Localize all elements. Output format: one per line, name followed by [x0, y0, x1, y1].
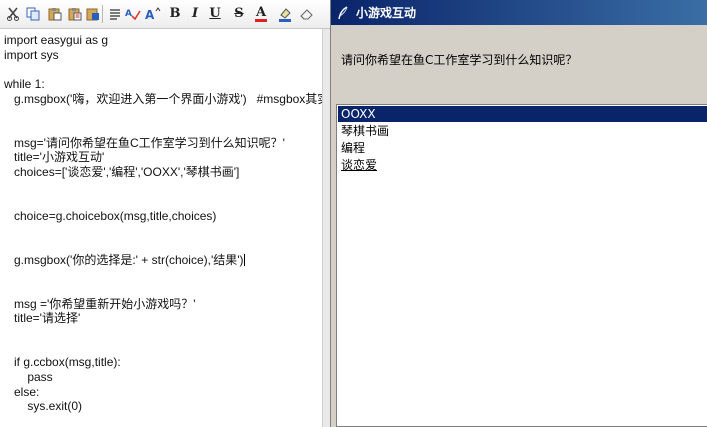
- code-line: title='小游戏互动': [4, 150, 105, 165]
- bold-icon[interactable]: B: [166, 5, 184, 23]
- code-line: msg ='你希望重新开始小游戏吗？': [4, 296, 196, 311]
- text-caret: [243, 253, 245, 266]
- code-line: if g.ccbox(msg,title):: [4, 355, 121, 370]
- editor-scrollbar[interactable]: [322, 29, 330, 427]
- code-line: g.msgbox('你的选择是:' + str(choice),'结果'): [4, 252, 245, 267]
- strikethrough-icon[interactable]: S: [230, 5, 248, 23]
- code-line: choice=g.choicebox(msg,title,choices): [4, 208, 217, 223]
- list-item-label: 琴棋书画: [341, 124, 390, 138]
- list-item[interactable]: OOXX: [338, 106, 707, 122]
- code-line: import easygui as g: [4, 33, 109, 47]
- cut-icon[interactable]: [4, 5, 22, 23]
- text-color-label: A: [255, 5, 267, 20]
- list-item-label: OOXX: [341, 107, 376, 121]
- code-line: choices=['谈恋爱','编程','OOXX','琴棋书画']: [4, 164, 240, 179]
- paste-word-icon[interactable]: [84, 5, 102, 23]
- spellcheck-icon[interactable]: A: [124, 5, 142, 23]
- code-line: g.msgbox('嗨，欢迎进入第一个界面小游戏') #msgbox其实: [4, 91, 330, 106]
- feather-icon: [336, 5, 350, 20]
- code-editor[interactable]: A A B I U S A import easygui as g import …: [0, 0, 330, 427]
- list-icon[interactable]: [106, 5, 124, 23]
- prompt-message: 请问你希望在鱼C工作室学习到什么知识呢？: [341, 53, 578, 67]
- list-item-label: 编程: [341, 141, 366, 155]
- code-line: pass: [4, 370, 53, 385]
- italic-icon[interactable]: I: [186, 5, 204, 23]
- highlight-icon[interactable]: [276, 5, 294, 23]
- text-color-icon[interactable]: A: [252, 5, 270, 23]
- code-line: import sys: [4, 47, 59, 62]
- list-item[interactable]: 编程: [338, 140, 707, 156]
- svg-text:A: A: [125, 9, 132, 19]
- window-title: 小游戏互动: [356, 6, 417, 20]
- list-item[interactable]: 琴棋书画: [338, 123, 707, 139]
- code-line: else:: [4, 384, 40, 399]
- code-area[interactable]: import easygui as g import sys while 1: g.…: [4, 33, 330, 414]
- paste-icon[interactable]: [46, 5, 64, 23]
- paste-text-icon[interactable]: [66, 5, 84, 23]
- choice-listbox[interactable]: OOXX 琴棋书画编程谈恋爱: [336, 104, 707, 427]
- code-line: msg='请问你希望在鱼C工作室学习到什么知识呢？': [4, 135, 285, 150]
- eraser-icon[interactable]: [298, 5, 316, 23]
- list-item-label: 谈恋爱: [341, 158, 378, 172]
- copy-icon[interactable]: [24, 5, 42, 23]
- code-line: sys.exit(0): [4, 399, 83, 414]
- list-item[interactable]: 谈恋爱: [338, 157, 707, 173]
- code-line: title='请选择': [4, 311, 81, 326]
- underline-icon[interactable]: U: [206, 5, 224, 23]
- choicebox-window: 小游戏互动 请问你希望在鱼C工作室学习到什么知识呢？ OOXX 琴棋书画编程谈恋爱: [330, 0, 707, 427]
- code-line: while 1:: [4, 76, 45, 91]
- svg-text:A: A: [145, 8, 155, 21]
- title-bar[interactable]: 小游戏互动: [331, 0, 707, 25]
- editor-toolbar: A A B I U S A: [0, 0, 330, 29]
- font-size-icon[interactable]: A: [144, 5, 162, 23]
- text-color-swatch: [255, 19, 267, 22]
